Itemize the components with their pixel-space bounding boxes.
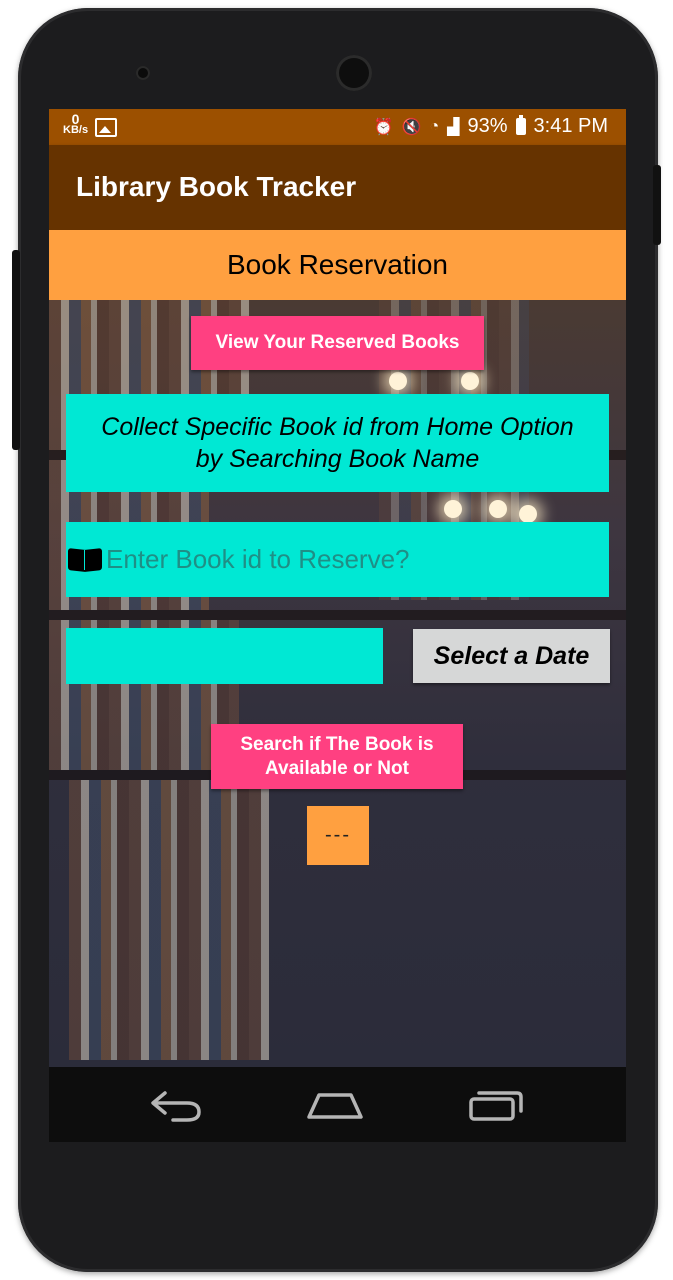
power-button [653, 165, 661, 245]
status-bar: 0 KB/s ⏰ 🔇 ◔ ▟ 93% 3:41 PM [49, 109, 626, 145]
book-id-input[interactable]: Enter Book id to Reserve? [66, 522, 609, 597]
battery-percent: 93% [467, 115, 508, 137]
network-speed-unit: KB/s [63, 124, 89, 136]
app-title: Library Book Tracker [76, 171, 357, 202]
instruction-box: Collect Specific Book id from Home Optio… [66, 394, 609, 492]
clock: 3:41 PM [533, 115, 608, 137]
lamp-light [389, 372, 407, 390]
volume-button [12, 250, 20, 450]
home-icon[interactable] [305, 1087, 365, 1123]
book-id-placeholder: Enter Book id to Reserve? [106, 544, 410, 574]
lamp-light [519, 505, 537, 523]
navigation-bar [49, 1067, 626, 1142]
view-reserved-books-button[interactable]: View Your Reserved Books [191, 316, 484, 370]
content-area: View Your Reserved Books Collect Specifi… [49, 300, 626, 1067]
lamp-light [461, 372, 479, 390]
back-icon[interactable] [147, 1087, 207, 1123]
signal-icon: ▟ [447, 118, 460, 136]
earpiece-speaker [336, 55, 372, 91]
status-indicators: ⏰ 🔇 ◔ ▟ 93% 3:41 PM [374, 115, 608, 138]
search-availability-label: Search if The Book is Available or Not [240, 733, 434, 779]
instruction-text: Collect Specific Book id from Home Optio… [101, 413, 574, 473]
section-title: Book Reservation [226, 249, 448, 280]
book-icon [68, 549, 102, 571]
network-speed: 0 KB/s [63, 112, 89, 136]
wifi-icon: ◔ [429, 117, 440, 135]
bookshelf-decoration [69, 780, 269, 1060]
alarm-icon: ⏰ [373, 118, 394, 136]
search-availability-button[interactable]: Search if The Book is Available or Not [211, 724, 463, 789]
screen: 0 KB/s ⏰ 🔇 ◔ ▟ 93% 3:41 PM Library Book … [49, 109, 626, 1067]
image-icon [95, 118, 117, 137]
lamp-light [444, 500, 462, 518]
shelf-decoration [49, 610, 626, 620]
date-field[interactable] [66, 628, 383, 684]
section-header: Book Reservation [49, 230, 626, 300]
mute-icon: 🔇 [401, 118, 422, 136]
front-camera [136, 66, 150, 80]
battery-icon [515, 115, 526, 135]
app-bar: Library Book Tracker [49, 145, 626, 230]
lamp-light [489, 500, 507, 518]
availability-result: --- [307, 806, 369, 865]
select-date-button[interactable]: Select a Date [413, 629, 610, 683]
recents-icon[interactable] [467, 1087, 525, 1123]
